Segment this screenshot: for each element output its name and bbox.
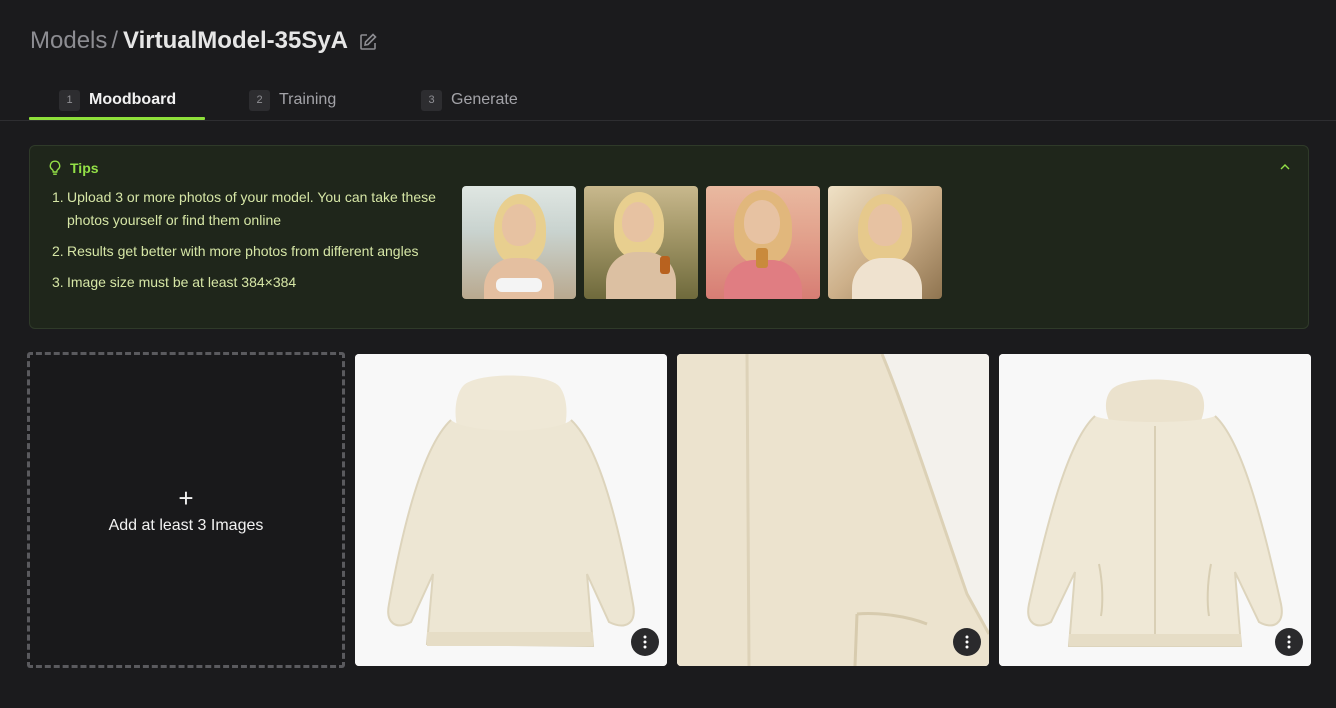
tip-text: Upload 3 or more photos of your model. Y… [67,189,436,228]
breadcrumb-separator: / [111,27,119,54]
tip-number: 2. [52,243,64,259]
tab-training[interactable]: 2 Training [249,80,336,120]
more-vertical-icon [1287,635,1291,649]
hoodie-front-image [999,354,1311,666]
image-grid: + Add at least 3 Images [27,352,1311,668]
list-item: 2. Results get better with more photos f… [52,240,452,263]
tips-header[interactable]: Tips [48,160,99,176]
active-tab-indicator [29,117,205,120]
tab-label: Generate [451,91,518,108]
tips-title: Tips [70,160,99,176]
tip-text: Image size must be at least 384×384 [67,274,297,290]
tab-number: 2 [249,89,270,111]
more-options-button[interactable] [1275,628,1303,656]
list-item: 3. Image size must be at least 384×384 [52,271,452,294]
hoodie-back-image [355,354,667,666]
tab-label: Training [279,91,337,108]
breadcrumb-models-link[interactable]: Models [30,27,107,55]
tab-number: 3 [421,89,442,111]
list-item: 1. Upload 3 or more photos of your model… [52,186,452,232]
breadcrumb: Models / VirtualModel-35SyA [30,26,378,56]
page-title: VirtualModel-35SyA [123,27,348,54]
lightbulb-icon [49,160,61,175]
sample-photo [706,186,820,299]
step-tabs: 1 Moodboard 2 Training 3 Generate [0,80,1336,121]
tab-label: Moodboard [89,91,177,108]
image-card[interactable] [677,354,989,666]
tip-text: Results get better with more photos from… [67,243,419,259]
tab-generate[interactable]: 3 Generate [421,80,518,120]
plus-icon: + [178,483,194,513]
sample-photo [462,186,576,299]
sample-photos [462,186,942,299]
pencil-icon[interactable] [358,31,378,51]
image-card[interactable] [999,354,1311,666]
more-vertical-icon [643,635,647,649]
fabric-closeup-image [677,354,989,666]
tab-moodboard[interactable]: 1 Moodboard [59,80,176,120]
tips-panel: Tips 1. Upload 3 or more photos of your … [29,145,1309,329]
more-vertical-icon [965,635,969,649]
image-card[interactable] [355,354,667,666]
tip-number: 1. [52,189,64,205]
more-options-button[interactable] [953,628,981,656]
sample-photo [828,186,942,299]
tips-list: 1. Upload 3 or more photos of your model… [52,186,452,302]
chevron-up-icon[interactable] [1278,160,1292,174]
more-options-button[interactable] [631,628,659,656]
add-images-button[interactable]: + Add at least 3 Images [27,352,345,668]
tip-number: 3. [52,274,64,290]
tab-number: 1 [59,89,80,111]
add-images-label: Add at least 3 Images [108,517,264,534]
sample-photo [584,186,698,299]
